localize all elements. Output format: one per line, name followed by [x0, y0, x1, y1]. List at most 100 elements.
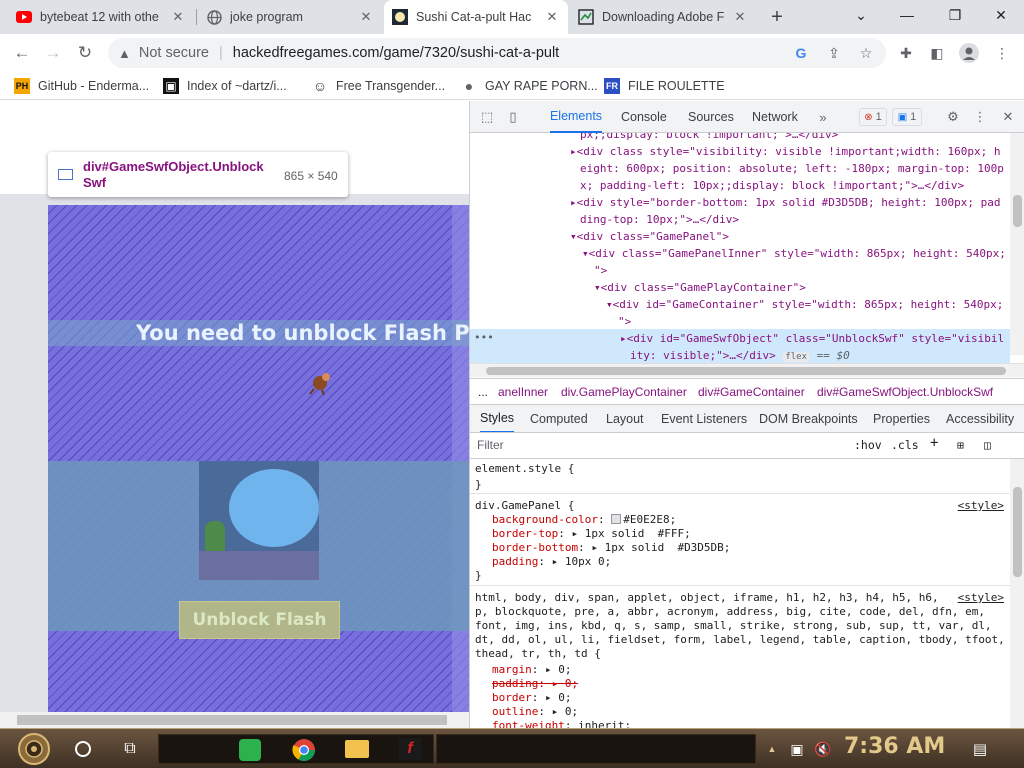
- minimize-button[interactable]: —: [884, 0, 930, 30]
- tab-joke-program[interactable]: joke program ✕: [198, 0, 382, 34]
- toggle-sidebar-icon[interactable]: ◫: [984, 438, 991, 452]
- scrollbar-thumb[interactable]: [17, 715, 447, 725]
- google-lens-icon[interactable]: G: [790, 42, 812, 64]
- side-panel-icon[interactable]: ◧: [926, 42, 948, 64]
- scrollbar-thumb[interactable]: [1013, 487, 1022, 577]
- tab-styles[interactable]: Styles: [480, 405, 515, 432]
- restore-button[interactable]: ❐: [932, 0, 978, 30]
- security-label[interactable]: Not secure: [139, 45, 209, 61]
- volume-muted-icon[interactable]: 🔇: [812, 735, 834, 763]
- not-secure-warning-icon[interactable]: ▲: [118, 46, 131, 61]
- device-toolbar-icon[interactable]: ▯: [504, 108, 522, 126]
- dom-line[interactable]: ▾<div class="GamePanelInner" style="widt…: [582, 245, 1006, 262]
- tab-sources[interactable]: Sources: [688, 101, 734, 133]
- style-property[interactable]: border-top: ▸ 1px solid #FFF;: [492, 527, 691, 541]
- bookmark-star-icon[interactable]: ☆: [855, 42, 877, 64]
- rule-selector[interactable]: p, blockquote, pre, a, abbr, acronym, ad…: [475, 605, 985, 619]
- tab-event-listeners[interactable]: Event Listeners: [661, 405, 747, 432]
- style-property[interactable]: border-bottom: ▸ 1px solid #D3D5DB;: [492, 541, 730, 555]
- dom-line[interactable]: ▸<div class style="visibility: visible !…: [570, 143, 1000, 160]
- start-button[interactable]: [10, 732, 58, 766]
- forward-button[interactable]: →: [38, 38, 68, 68]
- dom-line[interactable]: ▸<div style="border-bottom: 1px solid #D…: [570, 194, 1000, 211]
- elements-vertical-scrollbar[interactable]: [1010, 133, 1024, 355]
- tab-computed[interactable]: Computed: [530, 405, 588, 432]
- dom-line-selected[interactable]: ▸<div id="GameSwfObject" class="UnblockS…: [620, 330, 1004, 347]
- dom-line[interactable]: ding-top: 10px;">…</div>: [580, 211, 739, 228]
- rule-source-link[interactable]: <style>: [958, 591, 1004, 605]
- dom-line[interactable]: ▾<div class="GamePanel">: [570, 228, 729, 245]
- style-property[interactable]: margin: ▸ 0;: [492, 663, 572, 677]
- style-property-overridden[interactable]: padding: ▸ 0;: [492, 677, 578, 691]
- hov-toggle[interactable]: :hov: [854, 438, 882, 452]
- rule-source-link[interactable]: <style>: [958, 499, 1004, 513]
- tab-console[interactable]: Console: [621, 101, 667, 133]
- chrome-app-icon[interactable]: [292, 738, 316, 765]
- style-property[interactable]: outline: ▸ 0;: [492, 705, 578, 719]
- search-circle-icon[interactable]: [72, 735, 94, 763]
- color-swatch[interactable]: [611, 514, 622, 524]
- bookmark-free-transgender[interactable]: ☺ Free Transgender...: [312, 76, 445, 96]
- styles-vertical-scrollbar[interactable]: [1010, 459, 1024, 728]
- file-explorer-icon[interactable]: [345, 740, 369, 758]
- devtools-menu-icon[interactable]: ⋮: [973, 108, 987, 126]
- tree-toggle-icon[interactable]: ▸: [620, 332, 627, 345]
- style-property[interactable]: font-weight: inherit;: [492, 719, 631, 728]
- share-icon[interactable]: ⇪: [823, 42, 845, 64]
- bookmark-github[interactable]: PH GitHub - Enderma...: [14, 76, 149, 96]
- flash-player-icon[interactable]: f: [399, 738, 421, 760]
- close-devtools-icon[interactable]: ✕: [1000, 108, 1016, 126]
- style-property[interactable]: border: ▸ 0;: [492, 691, 572, 705]
- message-badge[interactable]: ▣ 1: [892, 108, 922, 126]
- tab-elements[interactable]: Elements: [550, 101, 602, 133]
- show-hidden-icons-icon[interactable]: ▲: [766, 735, 778, 763]
- unblock-flash-button[interactable]: Unblock Flash: [179, 601, 340, 639]
- network-icon[interactable]: ▣: [786, 735, 808, 763]
- chrome-menu-icon[interactable]: ⋮: [991, 42, 1013, 64]
- tab-network[interactable]: Network: [752, 101, 798, 133]
- tree-toggle-icon[interactable]: ▾: [570, 230, 577, 243]
- rule-selector[interactable]: div.GamePanel {: [475, 499, 574, 513]
- address-bar[interactable]: ▲ Not secure | hackedfreegames.com/game/…: [108, 38, 886, 68]
- task-view-icon[interactable]: ⧉: [118, 735, 142, 763]
- rule-selector[interactable]: dt, dd, ol, ul, li, fieldset, form, labe…: [475, 633, 1005, 647]
- style-property[interactable]: background-color: #E0E2E8;: [492, 513, 676, 527]
- page-horizontal-scrollbar[interactable]: [0, 712, 469, 728]
- sheets-app-icon[interactable]: [239, 739, 261, 761]
- tab-sushi-cat[interactable]: Sushi Cat-a-pult Hac ✕: [384, 0, 568, 34]
- dom-line[interactable]: eight: 600px; position: absolute; left: …: [580, 160, 1004, 177]
- breadcrumb-item[interactable]: anelInner: [498, 385, 548, 399]
- styles-filter-input[interactable]: Filter: [477, 438, 504, 452]
- bookmark-file-roulette[interactable]: FR FILE ROULETTE: [604, 76, 725, 96]
- tab-close-icon[interactable]: ✕: [358, 9, 374, 25]
- error-badge[interactable]: ⊗ 1: [859, 108, 887, 126]
- breadcrumb-item[interactable]: div.GamePlayContainer: [561, 385, 687, 399]
- node-ellipsis-icon[interactable]: •••: [474, 329, 494, 346]
- back-button[interactable]: ←: [7, 38, 37, 68]
- elements-horizontal-scrollbar[interactable]: [470, 363, 1024, 377]
- tree-toggle-icon[interactable]: ▾: [594, 281, 601, 294]
- breadcrumb-item[interactable]: div#GameContainer: [698, 385, 805, 399]
- more-tabs-chevron-icon[interactable]: »: [816, 108, 830, 126]
- dom-line[interactable]: ">: [618, 313, 631, 330]
- tab-properties[interactable]: Properties: [873, 405, 930, 432]
- style-property[interactable]: padding: ▸ 10px 0;: [492, 555, 611, 569]
- close-window-button[interactable]: ✕: [978, 0, 1024, 30]
- inspect-element-icon[interactable]: ⬚: [478, 108, 496, 126]
- tree-toggle-icon[interactable]: ▸: [570, 145, 577, 158]
- tab-close-icon[interactable]: ✕: [544, 9, 560, 25]
- computed-styles-icon[interactable]: ⊞: [957, 438, 964, 452]
- tree-toggle-icon[interactable]: ▸: [570, 196, 577, 209]
- settings-gear-icon[interactable]: ⚙: [944, 108, 962, 126]
- profile-avatar-icon[interactable]: [958, 42, 980, 64]
- breadcrumb-overflow[interactable]: ...: [478, 385, 488, 399]
- rule-selector[interactable]: thead, tr, th, td {: [475, 647, 601, 661]
- cls-toggle[interactable]: .cls: [891, 438, 919, 452]
- extensions-icon[interactable]: ✚: [895, 42, 917, 64]
- scrollbar-thumb[interactable]: [486, 367, 1006, 375]
- rule-selector[interactable]: font, img, ins, kbd, q, s, samp, small, …: [475, 619, 992, 633]
- rule-selector[interactable]: element.style {: [475, 462, 574, 476]
- scrollbar-thumb[interactable]: [1013, 195, 1022, 227]
- url-text[interactable]: hackedfreegames.com/game/7320/sushi-cat-…: [233, 45, 559, 61]
- flex-badge[interactable]: flex: [782, 352, 811, 362]
